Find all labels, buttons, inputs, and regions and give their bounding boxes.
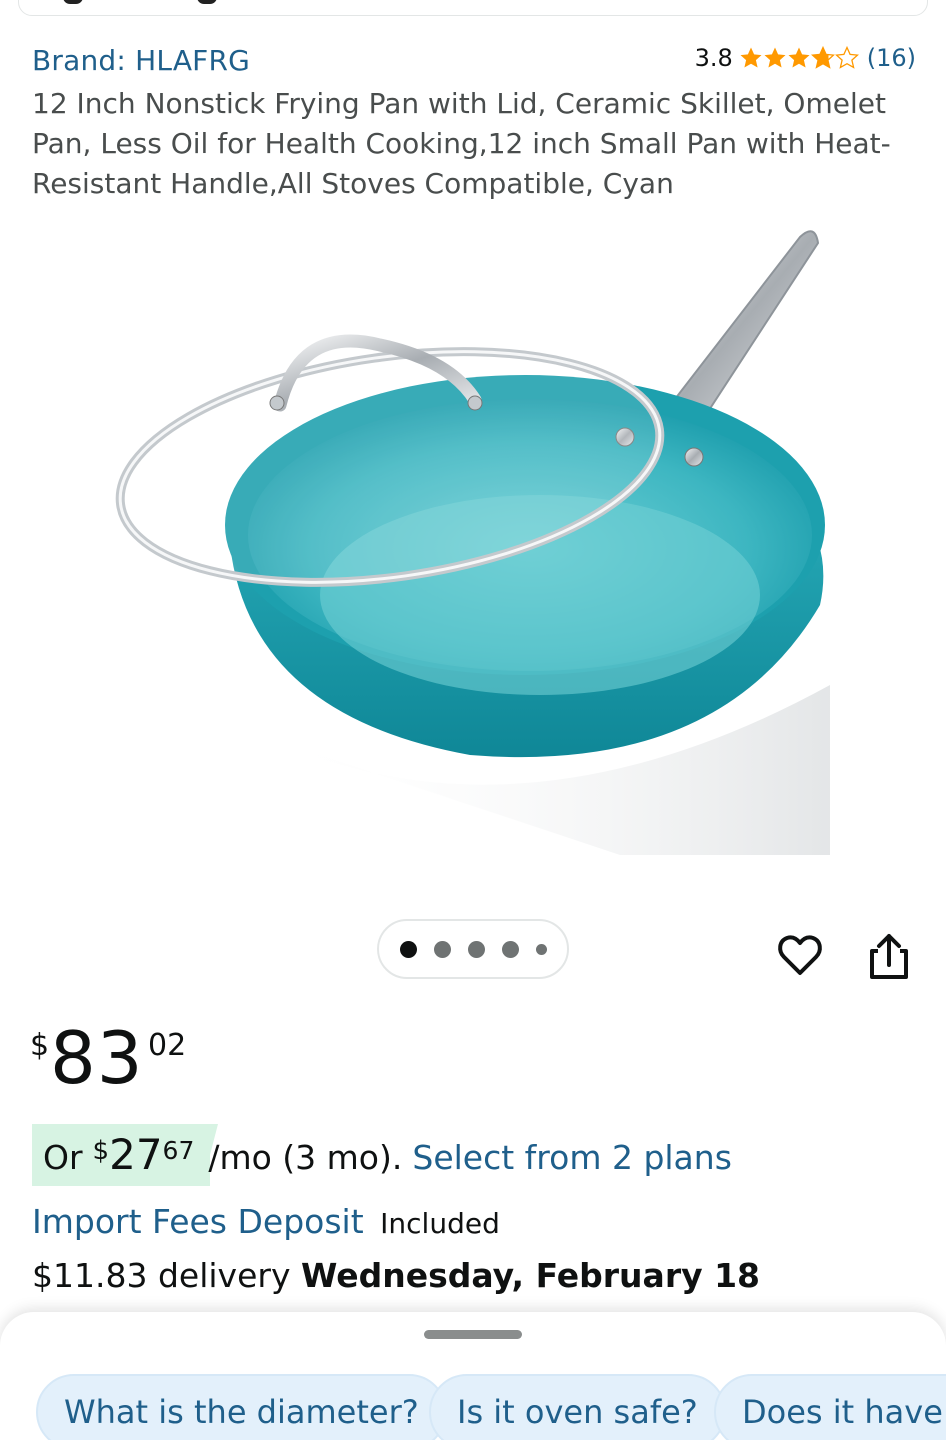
sheet-drag-handle[interactable]: [424, 1330, 522, 1339]
brand-link[interactable]: Brand: HLAFRG: [32, 44, 250, 77]
image-carousel-indicator[interactable]: [377, 919, 569, 979]
import-fees-link[interactable]: Import Fees Deposit: [32, 1202, 364, 1241]
question-chip[interactable]: What is the diameter?: [36, 1374, 447, 1440]
carousel-dot: [535, 943, 547, 955]
heart-icon[interactable]: [776, 931, 824, 979]
installment-fraction: 67: [162, 1136, 195, 1165]
installment-terms: /mo (3 mo).: [208, 1138, 403, 1177]
carousel-dot: [501, 940, 519, 958]
select-plans-link[interactable]: Select from 2 plans: [412, 1138, 732, 1177]
review-count: (16): [866, 44, 916, 72]
installment-currency: $: [92, 1136, 110, 1166]
lid-screw: [269, 395, 285, 411]
questions-sheet: What is the diameter? Is it oven safe? D…: [0, 1312, 946, 1440]
installment-whole: 27: [109, 1130, 163, 1179]
star-rating: [739, 46, 859, 70]
price-whole: 83: [50, 1016, 144, 1100]
rating-summary[interactable]: 3.8 (16): [695, 44, 916, 72]
delivery-date: Wednesday, February 18: [300, 1256, 761, 1295]
star-partial-icon: [810, 46, 835, 69]
share-icon[interactable]: [866, 931, 912, 981]
price-currency: $: [30, 1028, 50, 1063]
installment-text: Or $ 27 67 /mo (3 mo). Select from 2 pla…: [43, 1132, 732, 1178]
brand-rating-row: Brand: HLAFRG 3.8 (16): [32, 44, 916, 80]
rivet: [684, 447, 704, 467]
card-edge-decoration: [63, 0, 83, 4]
installment-offer: Or $ 27 67 /mo (3 mo). Select from 2 pla…: [32, 1124, 932, 1186]
question-chip[interactable]: Does it have a: [714, 1374, 946, 1440]
star-full-icon: [740, 47, 762, 68]
carousel-dot-active: [399, 940, 417, 958]
question-chip[interactable]: Is it oven safe?: [429, 1374, 726, 1440]
previous-card: [18, 0, 928, 16]
import-fees-status: Included: [380, 1207, 500, 1240]
card-edge-decoration: [197, 0, 217, 4]
installment-or: Or: [43, 1138, 83, 1177]
star-empty-icon: [834, 46, 859, 69]
delivery-info: $11.83 delivery Wednesday, February 18: [32, 1256, 760, 1295]
carousel-dot: [433, 940, 451, 958]
star-full-icon: [764, 47, 786, 68]
import-fees: Import Fees Deposit Included: [32, 1202, 500, 1241]
rating-score: 3.8: [694, 44, 733, 72]
carousel-dot: [467, 940, 485, 958]
lid-screw: [467, 395, 483, 411]
product-image[interactable]: [100, 215, 840, 865]
product-title: 12 Inch Nonstick Frying Pan with Lid, Ce…: [32, 87, 891, 200]
star-full-icon: [788, 47, 810, 68]
price-fraction: 02: [148, 1028, 187, 1063]
delivery-cost: $11.83 delivery: [32, 1256, 291, 1295]
